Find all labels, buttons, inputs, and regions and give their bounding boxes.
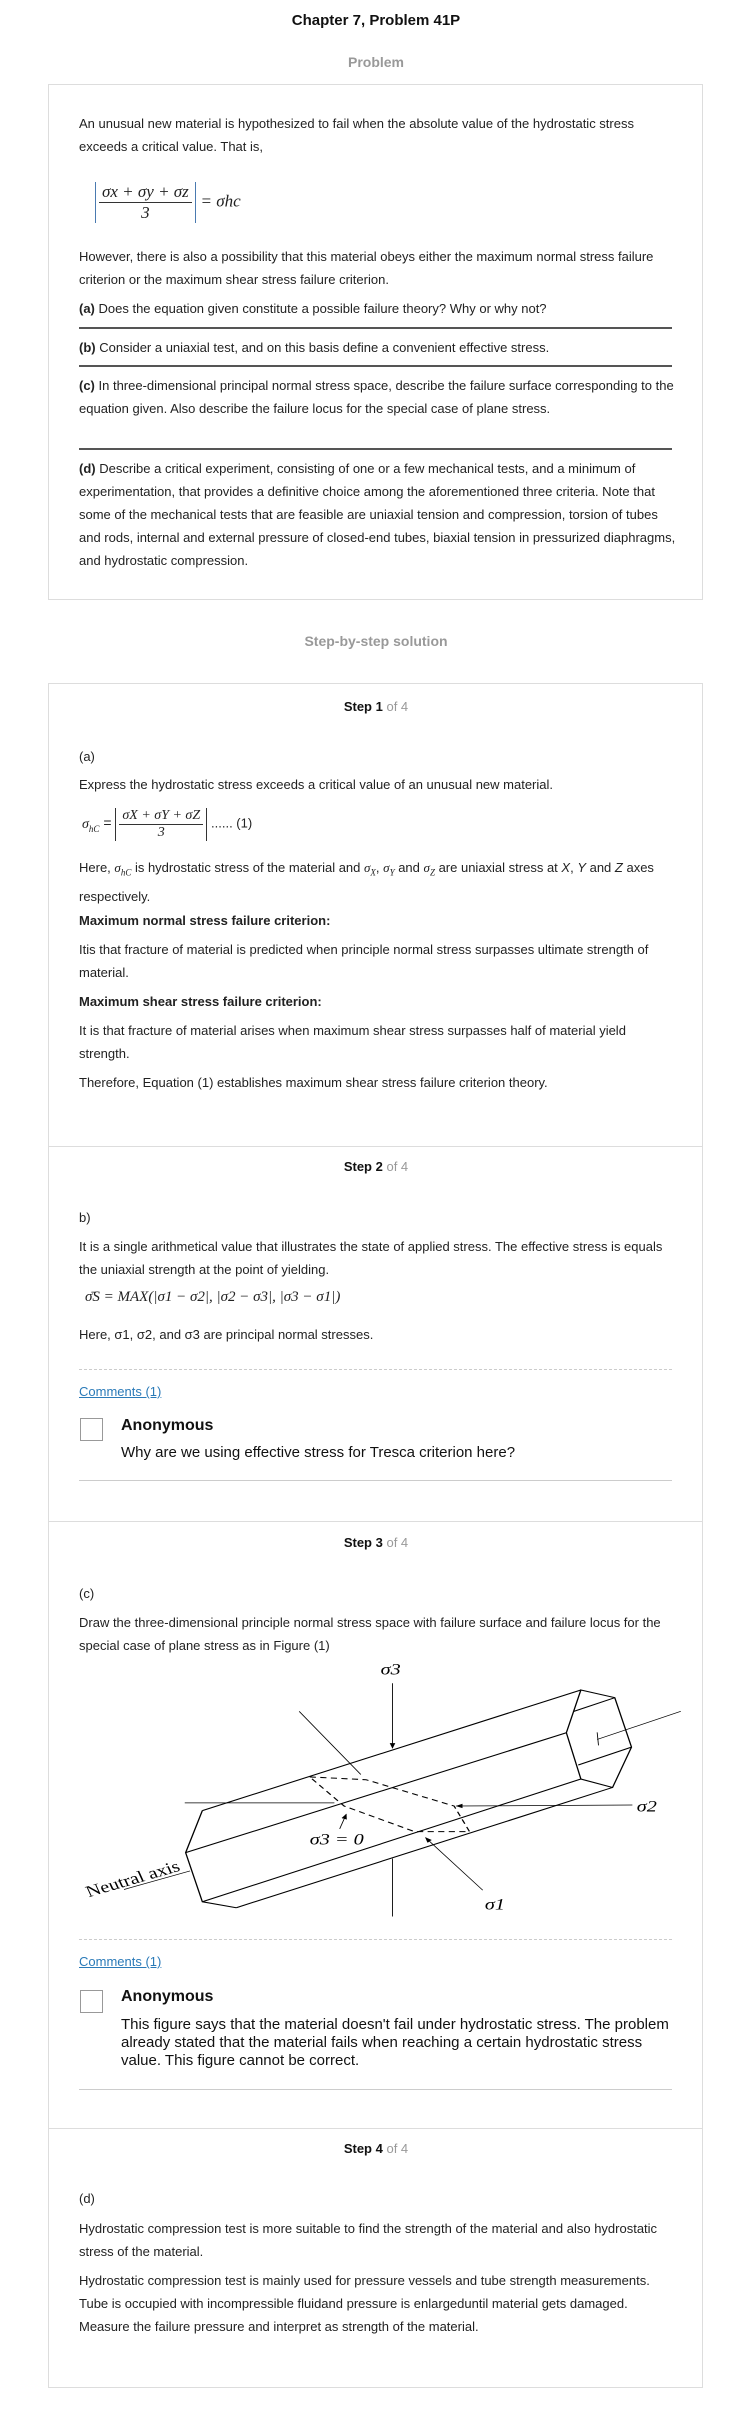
divider [79,327,672,329]
neutral-axis-label: Neutral axis [83,1857,183,1900]
step-1-part: (a) [79,749,95,764]
step-3-header: Step 3 of 4 [343,1535,409,1550]
problem-intro: An unusual new material is hypothesized … [79,116,634,154]
comment-author: Anonymous [121,1417,214,1434]
comments-link[interactable]: Comments (1) [79,1954,161,1969]
problem-however: However, there is also a possibility tha… [79,249,654,287]
step-2-here: Here, σ1, σ2, and σ3 are principal norma… [79,1327,374,1342]
step-4-text-1: Hydrostatic compression test is more sui… [79,2221,658,2259]
comment-divider [79,1480,672,1481]
sigma3-label: σ3 [381,1660,401,1678]
step-2-header: Step 2 of 4 [343,1159,409,1174]
step-4-part: (d) [79,2191,95,2206]
step-divider [49,1146,702,1147]
part-c: (c) In three-dimensional principal norma… [79,378,674,416]
step-1-heading-normal: Maximum normal stress failure criterion: [79,913,331,928]
divider [79,448,672,450]
step-1-normal-text: Itis that fracture of material is predic… [79,942,649,980]
step-4-text-2: Hydrostatic compression test is mainly u… [79,2273,650,2334]
step-3-part: (c) [79,1586,95,1601]
step-4-header: Step 4 of 4 [343,2141,409,2156]
equation-denominator: 3 [141,203,150,222]
step-3-text: Draw the three-dimensional principle nor… [79,1615,661,1653]
equation-rhs: = σhc [200,191,241,211]
step-1-heading-shear: Maximum shear stress failure criterion: [79,994,322,1009]
sigma2-label: σ2 [637,1797,657,1815]
step-1-equation: σhC = σX + σY + σZ 3 ...... (1) [82,808,253,841]
part-d: (d) Describe a critical experiment, cons… [79,461,676,568]
comments-link[interactable]: Comments (1) [79,1384,161,1399]
page: Chapter 7, Problem 41P Problem An unusua… [0,0,752,2415]
equation-numerator: σx + σy + σz [99,182,192,203]
comment-author: Anonymous [121,1988,214,2005]
step-2-equation: σ̄S = MAX(|σ1 − σ2|, |σ2 − σ3|, |σ3 − σ1… [85,1289,341,1305]
solution-heading: Step-by-step solution [304,633,448,649]
step-1-conclusion: Therefore, Equation (1) establishes maxi… [79,1075,548,1090]
comment-text: Why are we using effective stress for Tr… [121,1444,516,1461]
step-1-header: Step 1 of 4 [343,699,409,714]
step-divider [49,2128,702,2129]
page-title: Chapter 7, Problem 41P [291,12,461,29]
comment-avatar [80,1990,103,2013]
step-1-here: Here, σhC is hydrostatic stress of the m… [79,860,654,904]
comment-divider [79,2089,672,2090]
comments-divider [79,1939,672,1940]
comment-avatar [80,1418,103,1441]
step-divider [49,1521,702,1522]
step-2-part: b) [79,1210,91,1225]
step-1-shear-text: It is that fracture of material arises w… [79,1023,626,1061]
divider [79,365,672,367]
sigma3-zero-label: σ3 = 0 [310,1831,364,1849]
sigma1-label: σ1 [485,1895,505,1913]
hexagonal-prism [184,1689,633,1909]
problem-equation: σx + σy + σz 3 = σhc [95,182,241,223]
problem-heading: Problem [347,54,404,70]
step-2-text: It is a single arithmetical value that i… [79,1239,663,1277]
comments-divider [79,1369,672,1370]
failure-surface-figure: σ3 σ2 σ1 σ3 = 0 Neutral axis [83,1660,681,1917]
step-1-text: Express the hydrostatic stress exceeds a… [79,777,554,792]
comment-text: This figure says that the material doesn… [121,2016,669,2069]
axes [123,1683,681,1917]
part-b: (b) Consider a uniaxial test, and on thi… [79,340,550,355]
part-a: (a) Does the equation given constitute a… [79,301,547,316]
